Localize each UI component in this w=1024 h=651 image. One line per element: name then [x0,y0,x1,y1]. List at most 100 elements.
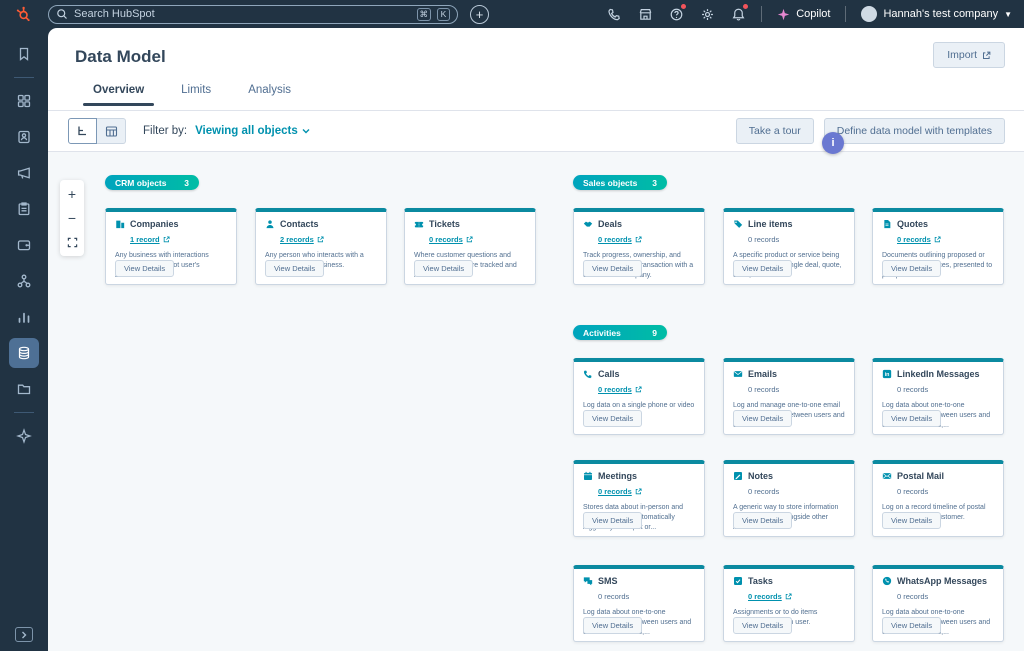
object-card[interactable]: Notes 0 records A generic way to store i… [723,460,855,537]
view-details-button[interactable]: View Details [882,410,941,427]
notifications-badge [742,3,749,10]
sidebar-item-ai[interactable] [9,418,39,454]
object-card[interactable]: Emails 0 records Log and manage one-to-o… [723,358,855,435]
records-link[interactable]: 0 records [598,487,642,496]
view-details-button[interactable]: View Details [583,617,642,634]
object-card[interactable]: in LinkedIn Messages 0 records Log data … [872,358,1004,435]
account-menu[interactable]: Hannah's test company ▼ [861,6,1012,22]
object-card[interactable]: WhatsApp Messages 0 records Log data abo… [872,565,1004,642]
group-name: Activities [583,328,621,338]
external-link-icon [982,51,991,60]
view-details-button[interactable]: View Details [882,617,941,634]
object-card[interactable]: Postal Mail 0 records Log on a record ti… [872,460,1004,537]
building-icon [115,219,125,229]
help-icon[interactable] [668,6,684,22]
records-count: 0 records [748,385,779,394]
global-search[interactable]: ⌘ K [48,5,458,24]
records-link[interactable]: 0 records [598,385,642,394]
object-card-title: Deals [598,219,622,229]
sidebar-divider [14,77,34,78]
object-card[interactable]: Line items 0 records A specific product … [723,208,855,285]
view-details-button[interactable]: View Details [733,617,792,634]
object-card[interactable]: SMS 0 records Log data about one-to-one … [573,565,705,642]
object-card[interactable]: Companies 1 record Any business with int… [105,208,237,285]
view-details-button[interactable]: View Details [583,512,642,529]
object-card-title: LinkedIn Messages [897,369,980,379]
records-link[interactable]: 1 record [130,235,170,244]
view-details-button[interactable]: View Details [414,260,473,277]
copilot-button[interactable]: Copilot [777,8,830,21]
data-model-canvas[interactable]: + − CRM objects 3 Companies 1 record Any… [48,152,1024,651]
contact-icon [265,219,275,229]
app-window: ⌘ K + Copilot [0,0,1024,651]
envelope-icon [733,369,743,379]
view-details-button[interactable]: View Details [882,512,941,529]
object-card[interactable]: Tasks 0 records Assignments or to do ite… [723,565,855,642]
info-badge[interactable]: i [822,132,844,154]
search-icon [56,8,68,20]
object-card[interactable]: Calls 0 records Log data on a single pho… [573,358,705,435]
sidebar-item-marketing[interactable] [9,155,39,191]
page-title: Data Model [75,47,166,67]
records-link[interactable]: 0 records [897,235,941,244]
object-card[interactable]: Deals 0 records Track progress, ownershi… [573,208,705,285]
object-card[interactable]: Meetings 0 records Stores data about in-… [573,460,705,537]
tree-view-toggle[interactable] [68,118,97,144]
take-a-tour-button[interactable]: Take a tour [736,118,814,144]
define-data-model-button[interactable]: Define data model with templates [824,118,1005,144]
sidebar-item-bookmarks[interactable] [9,36,39,72]
object-card[interactable]: Tickets 0 records Where customer questio… [404,208,536,285]
settings-icon[interactable] [699,6,715,22]
object-card-title: WhatsApp Messages [897,576,987,586]
tab-limits[interactable]: Limits [181,84,211,106]
zoom-in-button[interactable]: + [60,182,84,206]
sidebar-item-content[interactable] [9,191,39,227]
sidebar-item-data-model[interactable] [9,338,39,368]
records-link[interactable]: 0 records [429,235,473,244]
view-details-button[interactable]: View Details [115,260,174,277]
records-link[interactable]: 2 records [280,235,324,244]
marketplace-icon[interactable] [637,6,653,22]
view-details-button[interactable]: View Details [882,260,941,277]
phone-icon[interactable] [606,6,622,22]
sidebar-expand-button[interactable] [15,627,33,642]
view-details-button[interactable]: View Details [265,260,324,277]
svg-text:in: in [885,372,890,378]
sidebar-item-library[interactable] [9,371,39,407]
view-toggle-group [68,118,126,144]
zoom-out-button[interactable]: − [60,206,84,230]
sidebar-item-reporting[interactable] [9,299,39,335]
copilot-sparkle-icon [777,8,790,21]
records-link[interactable]: 0 records [598,235,642,244]
hubspot-logo-icon[interactable] [0,6,48,22]
notifications-icon[interactable] [730,6,746,22]
object-card-title: Tickets [429,219,460,229]
group-pill: CRM objects 3 [105,175,199,190]
records-count: 0 records [748,235,779,244]
filter-value: Viewing all objects [195,125,298,137]
external-link-icon [934,236,941,243]
group-count-badge: 9 [652,328,657,338]
view-details-button[interactable]: View Details [733,410,792,427]
sidebar-item-automations[interactable] [9,263,39,299]
create-button[interactable]: + [470,5,489,24]
tab-overview[interactable]: Overview [93,84,144,106]
view-details-button[interactable]: View Details [583,260,642,277]
object-card[interactable]: Contacts 2 records Any person who intera… [255,208,387,285]
filter-dropdown[interactable]: Viewing all objects [195,125,310,137]
sidebar-item-crm[interactable] [9,119,39,155]
sidebar-item-workspaces[interactable] [9,83,39,119]
records-link[interactable]: 0 records [748,592,792,601]
tab-analysis[interactable]: Analysis [248,84,291,106]
linkedin-icon: in [882,369,892,379]
sidebar-item-commerce[interactable] [9,227,39,263]
view-details-button[interactable]: View Details [583,410,642,427]
object-card[interactable]: Quotes 0 records Documents outlining pro… [872,208,1004,285]
import-label: Import [947,49,977,61]
table-view-toggle[interactable] [97,118,126,144]
search-input[interactable] [74,8,411,20]
view-details-button[interactable]: View Details [733,512,792,529]
fit-view-button[interactable] [60,230,84,254]
view-details-button[interactable]: View Details [733,260,792,277]
import-button[interactable]: Import [933,42,1005,68]
